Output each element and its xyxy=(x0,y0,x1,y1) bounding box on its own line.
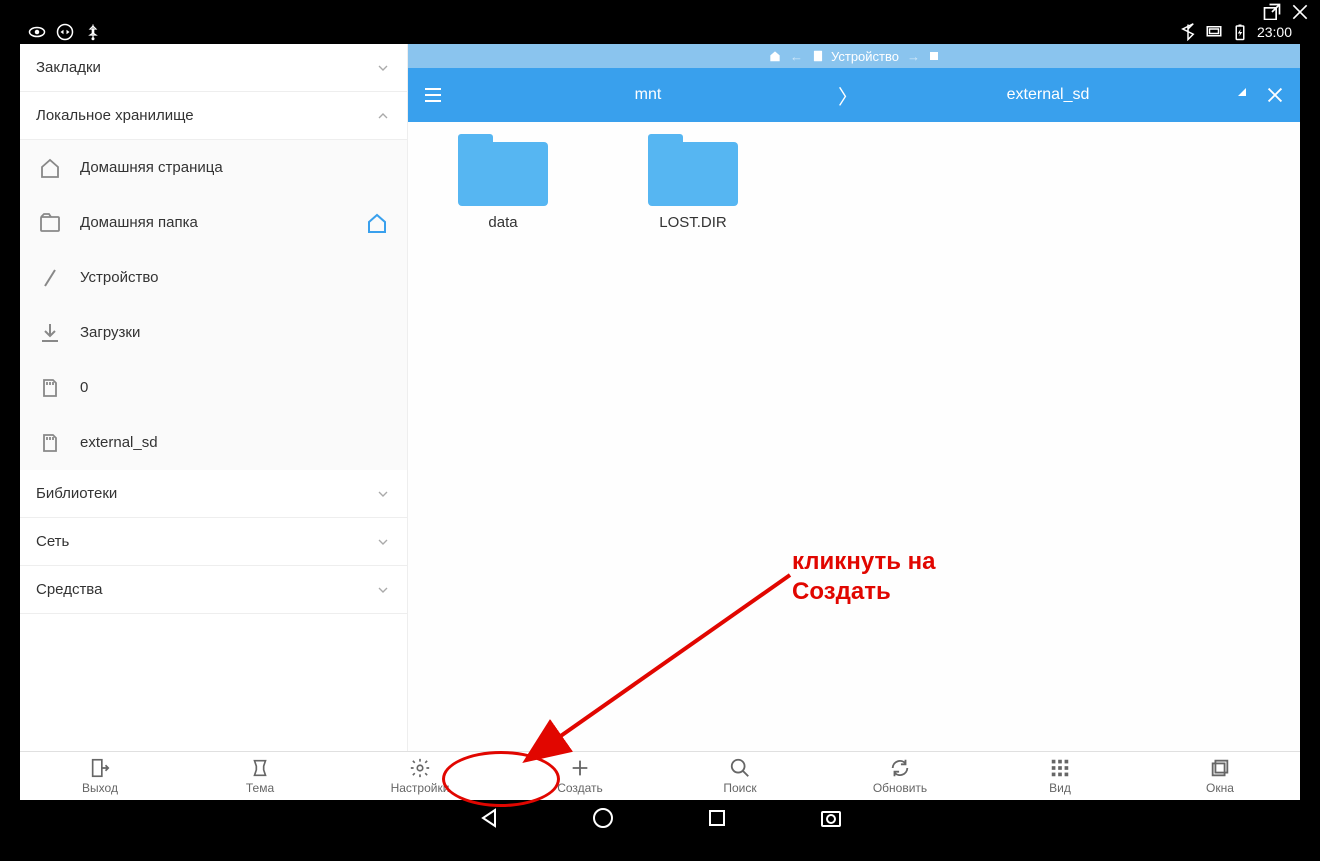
navigation-bar xyxy=(20,800,1300,841)
nav-camera[interactable] xyxy=(819,806,843,835)
sidebar-section-libraries[interactable]: Библиотеки xyxy=(20,470,407,518)
toolbar-windows[interactable]: Окна xyxy=(1140,752,1300,800)
sidebar-section-network[interactable]: Сеть xyxy=(20,518,407,566)
view-icon xyxy=(1049,757,1071,779)
sdcard-icon xyxy=(38,431,62,455)
pathbar-close-button[interactable] xyxy=(1250,84,1300,106)
nav-recents[interactable] xyxy=(705,806,729,835)
settings-icon xyxy=(409,757,431,779)
exit-icon xyxy=(89,757,111,779)
section-label: Сеть xyxy=(36,533,69,550)
download-icon xyxy=(38,321,62,345)
sidebar-section-local[interactable]: Локальное хранилище xyxy=(20,92,407,140)
file-label: LOST.DIR xyxy=(659,214,727,231)
annotation-text: кликнуть на Создать xyxy=(792,547,935,607)
toolbar-label: Настройки xyxy=(391,781,450,795)
section-label: Закладки xyxy=(36,59,101,76)
folder-home-icon xyxy=(38,211,62,235)
plus-icon xyxy=(569,757,591,779)
pathbar-menu-button[interactable] xyxy=(408,83,458,107)
annotation-circle xyxy=(442,751,560,807)
bottom-toolbar: Выход Тема Настройки Создать Поиск Обнов… xyxy=(20,751,1300,800)
folder-icon xyxy=(458,142,548,206)
home-active-icon xyxy=(365,211,389,235)
toolbar-exit[interactable]: Выход xyxy=(20,752,180,800)
teamviewer-icon xyxy=(56,23,74,41)
toolbar-label: Создать xyxy=(557,781,603,795)
folder-icon xyxy=(648,142,738,206)
display-icon xyxy=(1205,23,1223,41)
toolbar-refresh[interactable]: Обновить xyxy=(820,752,980,800)
sidebar-item-home-folder[interactable]: Домашняя папка xyxy=(20,195,407,250)
chevron-down-icon xyxy=(375,486,391,502)
sidebar-item-device[interactable]: Устройство xyxy=(20,250,407,305)
resize-handle-icon[interactable] xyxy=(1238,88,1246,96)
toolbar-theme[interactable]: Тема xyxy=(180,752,340,800)
home-tab-icon[interactable] xyxy=(768,49,782,63)
refresh-icon xyxy=(889,757,911,779)
file-item-data[interactable]: data xyxy=(458,142,548,231)
path-separator-icon: 〉 xyxy=(838,81,858,110)
main-panel: ← Устройство → mnt 〉 external_sd xyxy=(408,44,1300,750)
section-label: Библиотеки xyxy=(36,485,117,502)
file-item-lost-dir[interactable]: LOST.DIR xyxy=(648,142,738,231)
toolbar-label: Выход xyxy=(82,781,118,795)
sidebar-item-external-sd[interactable]: external_sd xyxy=(20,415,407,470)
toolbar-label: Тема xyxy=(246,781,274,795)
pathbar: mnt 〉 external_sd xyxy=(408,68,1300,122)
sidebar-item-label: Домашняя страница xyxy=(80,159,223,176)
device-tab-label: Устройство xyxy=(831,49,899,64)
bluetooth-icon xyxy=(1179,23,1197,41)
detach-window-icon[interactable] xyxy=(1262,2,1282,22)
clock-text: 23:00 xyxy=(1257,24,1292,40)
nav-back[interactable] xyxy=(477,806,501,835)
toolbar-view[interactable]: Вид xyxy=(980,752,1140,800)
device-tab-strip: ← Устройство → xyxy=(408,44,1300,68)
toolbar-label: Поиск xyxy=(723,781,756,795)
theme-icon xyxy=(249,757,271,779)
sidebar-item-downloads[interactable]: Загрузки xyxy=(20,305,407,360)
sidebar-item-label: Загрузки xyxy=(80,324,140,341)
sidebar-section-tools[interactable]: Средства xyxy=(20,566,407,614)
section-label: Средства xyxy=(36,581,102,598)
toolbar-label: Обновить xyxy=(873,781,927,795)
sidebar-item-home-page[interactable]: Домашняя страница xyxy=(20,140,407,195)
battery-charging-icon xyxy=(1231,23,1249,41)
sidebar: Закладки Локальное хранилище Домашняя ст… xyxy=(20,44,408,750)
add-tab-icon[interactable] xyxy=(928,50,940,62)
file-grid: data LOST.DIR xyxy=(408,122,1300,750)
file-label: data xyxy=(488,214,517,231)
sdcard-icon xyxy=(38,376,62,400)
toolbar-search[interactable]: Поиск xyxy=(660,752,820,800)
path-segment-mnt[interactable]: mnt xyxy=(458,86,838,104)
chevron-down-icon xyxy=(375,534,391,550)
chevron-down-icon xyxy=(375,60,391,76)
eye-icon xyxy=(28,23,46,41)
status-bar: 23:00 xyxy=(20,20,1300,44)
device-tab[interactable]: Устройство xyxy=(811,49,899,64)
close-window-icon[interactable] xyxy=(1290,2,1310,22)
toolbar-label: Окна xyxy=(1206,781,1234,795)
sidebar-item-internal-storage[interactable]: 0 xyxy=(20,360,407,415)
windows-icon xyxy=(1209,757,1231,779)
section-label: Локальное хранилище xyxy=(36,107,194,124)
search-icon xyxy=(729,757,751,779)
toolbar-label: Вид xyxy=(1049,781,1071,795)
nav-home[interactable] xyxy=(591,806,615,835)
slash-icon xyxy=(38,266,62,290)
home-outline-icon xyxy=(38,156,62,180)
usb-icon xyxy=(84,23,102,41)
chevron-up-icon xyxy=(375,108,391,124)
sidebar-item-label: 0 xyxy=(80,379,88,396)
sidebar-item-label: external_sd xyxy=(80,434,158,451)
chevron-down-icon xyxy=(375,582,391,598)
sidebar-item-label: Устройство xyxy=(80,269,158,286)
path-segment-external-sd[interactable]: external_sd xyxy=(858,86,1238,104)
sidebar-item-label: Домашняя папка xyxy=(80,214,198,231)
sidebar-section-bookmarks[interactable]: Закладки xyxy=(20,44,407,92)
